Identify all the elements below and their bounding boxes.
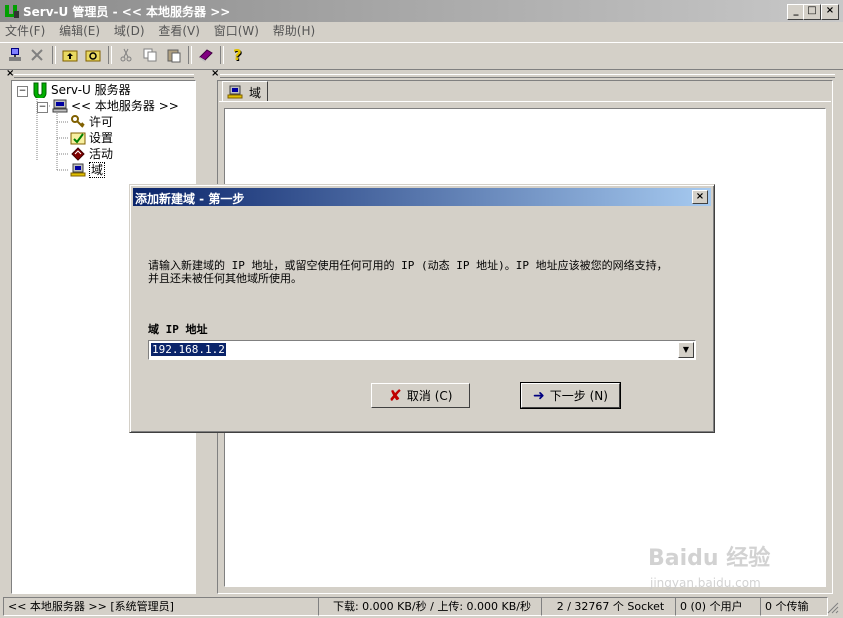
right-pane-grip — [220, 74, 835, 78]
dialog-description-line1: 请输入新建域的 IP 地址，或留空使用任何可用的 IP (动态 IP 地址)。I… — [148, 259, 668, 272]
resize-grip[interactable] — [826, 601, 839, 614]
dialog-description-line2: 并且还未被任何其他域所使用。 — [148, 272, 302, 285]
status-users: 0 (0) 个用户 — [675, 597, 761, 616]
toolbar: ?? — [0, 42, 843, 70]
window-titlebar[interactable]: Serv-U 管理员 - << 本地服务器 >> _ □ × — [0, 0, 843, 22]
tree-local-server[interactable]: << 本地服务器 >> — [52, 98, 179, 114]
watermark-logo: Baidu 经验 — [648, 546, 771, 571]
status-transfers: 0 个传输 — [760, 597, 828, 616]
ip-address-combo[interactable]: 192.168.1.2 ▼ — [148, 340, 696, 360]
tree-root-expander[interactable]: − — [17, 86, 28, 97]
tree-item-license-label: 许可 — [89, 115, 114, 129]
ip-field-label: 域 IP 地址 — [148, 323, 208, 336]
tree-item-license[interactable]: 许可 — [70, 114, 113, 130]
chevron-down-icon[interactable]: ▼ — [678, 342, 694, 358]
tree-item-settings[interactable]: 设置 — [70, 130, 113, 146]
menu-domain[interactable]: 域(D) — [109, 22, 150, 40]
menu-bar: 文件(F) 编辑(E) 域(D) 查看(V) 窗口(W) 帮助(H) — [0, 22, 843, 41]
checklist-icon — [70, 130, 86, 146]
servu-app-icon — [5, 5, 19, 18]
status-sockets: 2 / 32767 个 Socket — [541, 597, 676, 616]
cancel-x-icon: ✘ — [388, 386, 402, 405]
tree-item-settings-label: 设置 — [89, 131, 114, 145]
tree-item-domains-label: 域 — [89, 162, 106, 178]
add-domain-dialog: 添加新建域 - 第一步 × 请输入新建域的 IP 地址，或留空使用任何可用的 I… — [129, 184, 715, 433]
next-button[interactable]: ➜ 下一步 (N) — [520, 382, 621, 409]
menu-file[interactable]: 文件(F) — [0, 22, 50, 40]
status-transfer-rate: 下载: 0.000 KB/秒 / 上传: 0.000 KB/秒 — [318, 597, 542, 616]
disconnect-icon[interactable] — [27, 45, 47, 65]
servu-server-icon — [32, 82, 48, 100]
activity-icon — [70, 146, 86, 162]
domain-icon — [70, 162, 86, 178]
arrow-right-icon: ➜ — [533, 387, 545, 404]
menu-view[interactable]: 查看(V) — [153, 22, 205, 40]
maximize-button[interactable]: □ — [803, 4, 821, 20]
connect-icon[interactable] — [5, 45, 25, 65]
menu-edit[interactable]: 编辑(E) — [54, 22, 105, 40]
next-button-label: 下一步 (N) — [549, 389, 608, 403]
tree-root[interactable]: Serv-U 服务器 — [32, 82, 131, 100]
copy-icon[interactable] — [140, 45, 160, 65]
close-button[interactable]: × — [821, 4, 839, 20]
domain-tab-icon — [227, 84, 243, 100]
paste-icon[interactable] — [164, 45, 184, 65]
tree-item-activity[interactable]: 活动 — [70, 146, 113, 162]
dialog-titlebar[interactable]: 添加新建域 - 第一步 × — [133, 188, 711, 206]
book-icon[interactable] — [196, 45, 216, 65]
dialog-title: 添加新建域 - 第一步 — [135, 192, 245, 206]
tree-root-label: Serv-U 服务器 — [51, 83, 131, 97]
computer-icon — [52, 98, 68, 114]
up-folder-icon[interactable] — [60, 45, 80, 65]
window-title: Serv-U 管理员 - << 本地服务器 >> — [23, 5, 231, 19]
cut-icon[interactable] — [116, 45, 136, 65]
dialog-close-button[interactable]: × — [692, 190, 708, 204]
cancel-button[interactable]: ✘ 取消 (C) — [371, 383, 470, 408]
status-bar: << 本地服务器 >> [系统管理员] 下载: 0.000 KB/秒 / 上传:… — [0, 595, 843, 618]
tab-underline — [219, 101, 831, 102]
tree-server-expander[interactable]: − — [37, 102, 48, 113]
tree-local-server-label: << 本地服务器 >> — [71, 99, 179, 113]
menu-help[interactable]: 帮助(H) — [268, 22, 320, 40]
tree-item-domains[interactable]: 域 — [70, 162, 106, 178]
menu-window[interactable]: 窗口(W) — [209, 22, 264, 40]
refresh-icon[interactable] — [83, 45, 103, 65]
svg-text:?: ? — [233, 47, 242, 63]
left-pane-grip — [14, 74, 194, 78]
ip-address-value[interactable]: 192.168.1.2 — [151, 343, 226, 356]
tree-item-activity-label: 活动 — [89, 147, 114, 161]
right-pane-close[interactable]: × — [211, 69, 219, 79]
watermark-url: jingyan.baidu.com — [650, 576, 761, 590]
dialog-description: 请输入新建域的 IP 地址，或留空使用任何可用的 IP (动态 IP 地址)。I… — [148, 259, 708, 285]
help-icon[interactable]: ?? — [228, 45, 248, 65]
key-icon — [70, 114, 86, 130]
status-server: << 本地服务器 >> [系统管理员] — [3, 597, 319, 616]
cancel-button-label: 取消 (C) — [406, 389, 453, 403]
tab-domains-label: 域 — [249, 86, 262, 100]
tab-domains[interactable]: 域 — [222, 81, 268, 102]
